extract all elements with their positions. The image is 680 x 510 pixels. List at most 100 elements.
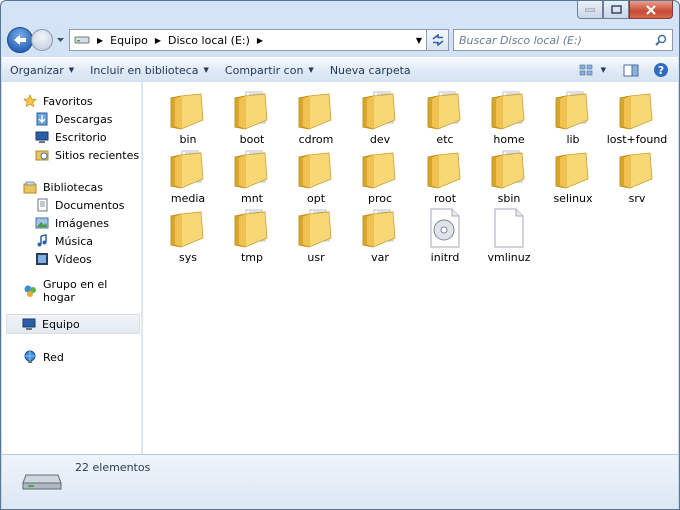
folder-icon [294,88,338,130]
libraries-group: Bibliotecas Documentos Imágenes Música V… [2,178,141,268]
file-item[interactable]: boot [220,88,284,146]
folder-icon [230,147,274,189]
sidebar-item-label: Sitios recientes [55,148,140,162]
file-item[interactable]: selinux [541,147,605,205]
help-button[interactable]: ? [652,61,670,79]
sidebar-item-libraries[interactable]: Bibliotecas [2,178,141,196]
file-item[interactable]: dev [348,88,412,146]
file-item[interactable]: bin [156,88,220,146]
svg-text:?: ? [658,64,664,77]
recent-pages-dropdown[interactable] [55,37,65,43]
include-label: Incluir en biblioteca [90,63,199,77]
sidebar-item-label: Descargas [55,112,113,126]
file-item[interactable]: sbin [477,147,541,205]
forward-button[interactable] [31,29,53,51]
sidebar-item-label: Escritorio [55,130,107,144]
file-name: tmp [240,251,263,264]
search-icon[interactable] [655,34,667,46]
navigation-bar: ▶ Equipo ▶ Disco local (E:) ▶ ▼ Buscar D… [7,25,673,55]
command-bar: Organizar ▼ Incluir en biblioteca ▼ Compar… [2,57,678,83]
computer-icon [21,316,37,332]
file-item[interactable]: etc [413,88,477,146]
downloads-icon [34,111,50,127]
sidebar-item-label: Música [55,234,94,248]
file-item[interactable]: root [413,147,477,205]
file-item[interactable]: srv [605,147,669,205]
breadcrumb-separator[interactable]: ▶ [152,36,164,45]
file-item[interactable]: proc [348,147,412,205]
minimize-button[interactable] [577,1,603,19]
include-in-library-button[interactable]: Incluir en biblioteca ▼ [82,59,217,81]
folder-icon [358,88,402,130]
sidebar-item-documents[interactable]: Documentos [2,196,141,214]
file-name: selinux [553,192,593,205]
file-name: proc [367,192,393,205]
back-button[interactable] [7,27,33,53]
file-item[interactable]: sys [156,206,220,264]
breadcrumb-drive[interactable]: Disco local (E:) [164,34,254,47]
file-item[interactable]: tmp [220,206,284,264]
desktop-icon [34,129,50,145]
file-item[interactable]: cdrom [284,88,348,146]
sidebar-item-videos[interactable]: Vídeos [2,250,141,268]
file-item[interactable]: vmlinuz [477,206,541,264]
sidebar-item-homegroup[interactable]: Grupo en el hogar [2,278,141,304]
view-dropdown-icon[interactable]: ▼ [601,66,606,74]
sidebar-item-recent-places[interactable]: Sitios recientes [2,146,141,164]
file-item[interactable]: home [477,88,541,146]
file-item[interactable]: var [348,206,412,264]
sidebar-item-label: Favoritos [43,94,93,108]
search-placeholder: Buscar Disco local (E:) [459,33,582,47]
homegroup-icon [22,283,38,299]
file-name: sbin [497,192,521,205]
sidebar-item-network[interactable]: Red [2,348,141,366]
file-name: bin [179,133,197,146]
sidebar-item-music[interactable]: Música [2,232,141,250]
sidebar-item-label: Red [43,350,64,364]
drive-icon [22,469,62,496]
file-item[interactable]: media [156,147,220,205]
search-input[interactable]: Buscar Disco local (E:) [453,29,673,51]
refresh-button[interactable] [427,29,449,51]
folder-icon [230,206,274,248]
folder-icon [358,206,402,248]
recent-places-icon [34,147,50,163]
close-button[interactable] [629,1,673,19]
caption-buttons [577,1,673,21]
sidebar-item-desktop[interactable]: Escritorio [2,128,141,146]
sidebar-item-pictures[interactable]: Imágenes [2,214,141,232]
file-item[interactable]: initrd [413,206,477,264]
sidebar-item-downloads[interactable]: Descargas [2,110,141,128]
address-bar[interactable]: ▶ Equipo ▶ Disco local (E:) ▶ ▼ [69,29,427,51]
organize-label: Organizar [10,63,64,77]
chevron-down-icon: ▼ [308,66,314,74]
file-item[interactable]: usr [284,206,348,264]
file-item[interactable]: lost+found [605,88,669,146]
file-item[interactable]: opt [284,147,348,205]
favorites-group: Favoritos Descargas Escritorio Sitios re… [2,92,141,164]
drive-icon [70,35,94,45]
folder-icon [294,206,338,248]
sidebar-item-computer[interactable]: Equipo [6,314,140,334]
sidebar-item-favorites[interactable]: Favoritos [2,92,141,110]
sidebar-item-label: Equipo [42,317,80,331]
address-dropdown-button[interactable]: ▼ [412,36,426,45]
preview-pane-button[interactable] [622,61,640,79]
change-view-button[interactable] [577,61,595,79]
homegroup-group: Grupo en el hogar [2,278,141,304]
sidebar-item-label: Grupo en el hogar [43,278,108,304]
folder-icon [423,88,467,130]
folder-icon [423,147,467,189]
breadcrumb-separator[interactable]: ▶ [94,36,106,45]
share-with-button[interactable]: Compartir con ▼ [217,59,322,81]
file-item[interactable]: lib [541,88,605,146]
organize-button[interactable]: Organizar ▼ [2,59,82,81]
file-item[interactable]: mnt [220,147,284,205]
breadcrumb-separator[interactable]: ▶ [254,36,266,45]
maximize-button[interactable] [603,1,629,19]
file-name: mnt [241,192,263,205]
new-folder-button[interactable]: Nueva carpeta [322,59,419,81]
music-icon [34,233,50,249]
file-name: sys [179,251,197,264]
breadcrumb-computer[interactable]: Equipo [106,34,152,47]
